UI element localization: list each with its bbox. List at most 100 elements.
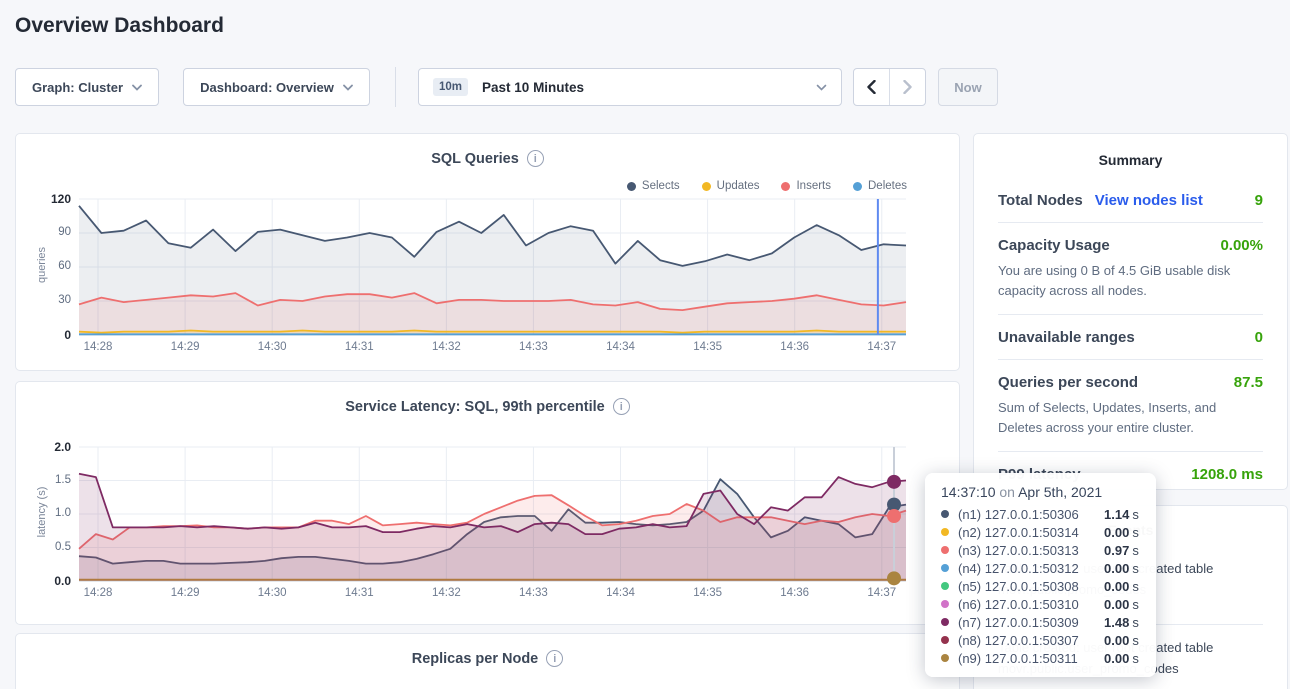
y-axis-tick: 0.0 <box>25 574 71 588</box>
legend-label: Deletes <box>868 180 907 192</box>
legend-label: Selects <box>642 180 680 192</box>
x-axis-tick: 14:36 <box>771 587 819 599</box>
tooltip-node-label: (n6) 127.0.0.1:50310 <box>958 597 1104 612</box>
time-step-controls <box>853 68 926 106</box>
now-button[interactable]: Now <box>938 68 998 106</box>
summary-row-subtext: Sum of Selects, Updates, Inserts, and De… <box>998 398 1263 438</box>
x-axis-tick: 14:35 <box>684 587 732 599</box>
series-dot-icon <box>941 600 949 608</box>
x-axis-tick: 14:37 <box>858 341 906 353</box>
legend-dot-icon <box>627 182 636 191</box>
series-dot-icon <box>941 528 949 536</box>
time-range-selector[interactable]: 10m Past 10 Minutes <box>418 68 842 106</box>
tooltip-node-label: (n2) 127.0.0.1:50314 <box>958 525 1104 540</box>
replicas-per-node-title: Replicas per Node <box>412 651 539 667</box>
tooltip-row: (n6) 127.0.0.1:503100.00s <box>941 595 1140 613</box>
chevron-down-icon <box>816 84 827 91</box>
legend-label: Inserts <box>796 180 831 192</box>
graph-dropdown[interactable]: Graph: Cluster <box>15 68 159 106</box>
x-axis-tick: 14:28 <box>74 587 122 599</box>
x-axis-tick: 14:30 <box>248 341 296 353</box>
legend-label: Updates <box>717 180 760 192</box>
tooltip-node-unit: s <box>1132 615 1139 630</box>
y-axis-tick: 120 <box>25 192 71 206</box>
x-axis-tick: 14:29 <box>161 341 209 353</box>
x-axis-tick: 14:35 <box>684 341 732 353</box>
x-axis-tick: 14:37 <box>858 587 906 599</box>
tooltip-node-label: (n1) 127.0.0.1:50306 <box>958 507 1104 522</box>
series-dot-icon <box>941 510 949 518</box>
x-axis-tick: 14:29 <box>161 587 209 599</box>
legend-dot-icon <box>853 182 862 191</box>
dashboard-dropdown[interactable]: Dashboard: Overview <box>183 68 370 106</box>
toolbar-divider <box>395 67 396 107</box>
tooltip-node-label: (n3) 127.0.0.1:50313 <box>958 543 1104 558</box>
tooltip-row: (n9) 127.0.0.1:503110.00s <box>941 649 1140 667</box>
tooltip-row: (n1) 127.0.0.1:503061.14s <box>941 505 1140 523</box>
summary-row-value: 9 <box>1255 192 1263 209</box>
chevron-down-icon <box>343 84 353 91</box>
y-axis-tick: 90 <box>25 226 71 238</box>
info-icon[interactable]: i <box>613 398 630 415</box>
legend-item-selects[interactable]: Selects <box>627 180 680 192</box>
replicas-per-node-panel: Replicas per Node i <box>15 633 960 689</box>
series-dot-icon <box>941 582 949 590</box>
summary-row-value: 0.00% <box>1220 237 1263 254</box>
tooltip-node-value: 0.00 <box>1104 633 1129 648</box>
tooltip-row: (n4) 127.0.0.1:503120.00s <box>941 559 1140 577</box>
view-nodes-link[interactable]: View nodes list <box>1095 192 1203 209</box>
x-axis-tick: 14:28 <box>74 341 122 353</box>
y-axis-tick: 0 <box>25 328 71 342</box>
time-range-label: Past 10 Minutes <box>482 80 584 95</box>
chevron-right-icon <box>903 80 912 94</box>
graph-dropdown-label: Graph: Cluster <box>32 80 123 95</box>
x-axis-tick: 14:33 <box>509 341 557 353</box>
time-forward-button[interactable] <box>890 69 925 105</box>
y-axis-tick: 30 <box>25 294 71 306</box>
y-axis-tick: 1.5 <box>25 474 71 486</box>
summary-title: Summary <box>998 152 1263 168</box>
tooltip-node-value: 0.00 <box>1104 525 1129 540</box>
service-latency-panel: Service Latency: SQL, 99th percentile i … <box>15 381 960 625</box>
y-axis-tick: 0.5 <box>25 541 71 553</box>
x-axis-tick: 14:32 <box>422 587 470 599</box>
legend-item-deletes[interactable]: Deletes <box>853 180 907 192</box>
tooltip-node-unit: s <box>1132 561 1139 576</box>
sql-queries-chart <box>79 199 906 335</box>
y-axis-tick: 2.0 <box>25 440 71 454</box>
x-axis-tick: 14:33 <box>509 587 557 599</box>
tooltip-row: (n3) 127.0.0.1:503130.97s <box>941 541 1140 559</box>
info-icon[interactable]: i <box>546 650 563 667</box>
tooltip-row: (n2) 127.0.0.1:503140.00s <box>941 523 1140 541</box>
series-dot-icon <box>941 546 949 554</box>
legend-item-inserts[interactable]: Inserts <box>781 180 831 192</box>
tooltip-node-value: 0.00 <box>1104 597 1129 612</box>
chart-tooltip: 14:37:10 on Apr 5th, 2021 (n1) 127.0.0.1… <box>925 473 1156 677</box>
info-icon[interactable]: i <box>527 150 544 167</box>
series-dot-icon <box>941 654 949 662</box>
tooltip-node-value: 0.97 <box>1104 543 1129 558</box>
summary-row-value: 87.5 <box>1234 374 1263 391</box>
series-dot-icon <box>941 564 949 572</box>
summary-row: Capacity Usage0.00%You are using 0 B of … <box>998 223 1263 315</box>
summary-row-label: Unavailable ranges <box>998 329 1135 346</box>
tooltip-node-unit: s <box>1132 597 1139 612</box>
x-axis-tick: 14:31 <box>335 341 383 353</box>
tooltip-row: (n7) 127.0.0.1:503091.48s <box>941 613 1140 631</box>
series-dot-icon <box>941 636 949 644</box>
tooltip-timestamp: 14:37:10 on Apr 5th, 2021 <box>941 484 1140 500</box>
legend-dot-icon <box>781 182 790 191</box>
y-axis-label: queries <box>36 225 48 305</box>
time-back-button[interactable] <box>854 69 890 105</box>
tooltip-node-value: 0.00 <box>1104 561 1129 576</box>
tooltip-node-unit: s <box>1132 525 1139 540</box>
summary-row: Queries per second87.5Sum of Selects, Up… <box>998 360 1263 452</box>
tooltip-row: (n8) 127.0.0.1:503070.00s <box>941 631 1140 649</box>
legend-item-updates[interactable]: Updates <box>702 180 760 192</box>
service-latency-chart <box>79 447 906 581</box>
x-axis-tick: 14:31 <box>335 587 383 599</box>
tooltip-node-label: (n7) 127.0.0.1:50309 <box>958 615 1104 630</box>
tooltip-node-value: 1.48 <box>1104 615 1129 630</box>
tooltip-row: (n5) 127.0.0.1:503080.00s <box>941 577 1140 595</box>
sql-queries-legend: Selects Updates Inserts Deletes <box>627 180 907 192</box>
